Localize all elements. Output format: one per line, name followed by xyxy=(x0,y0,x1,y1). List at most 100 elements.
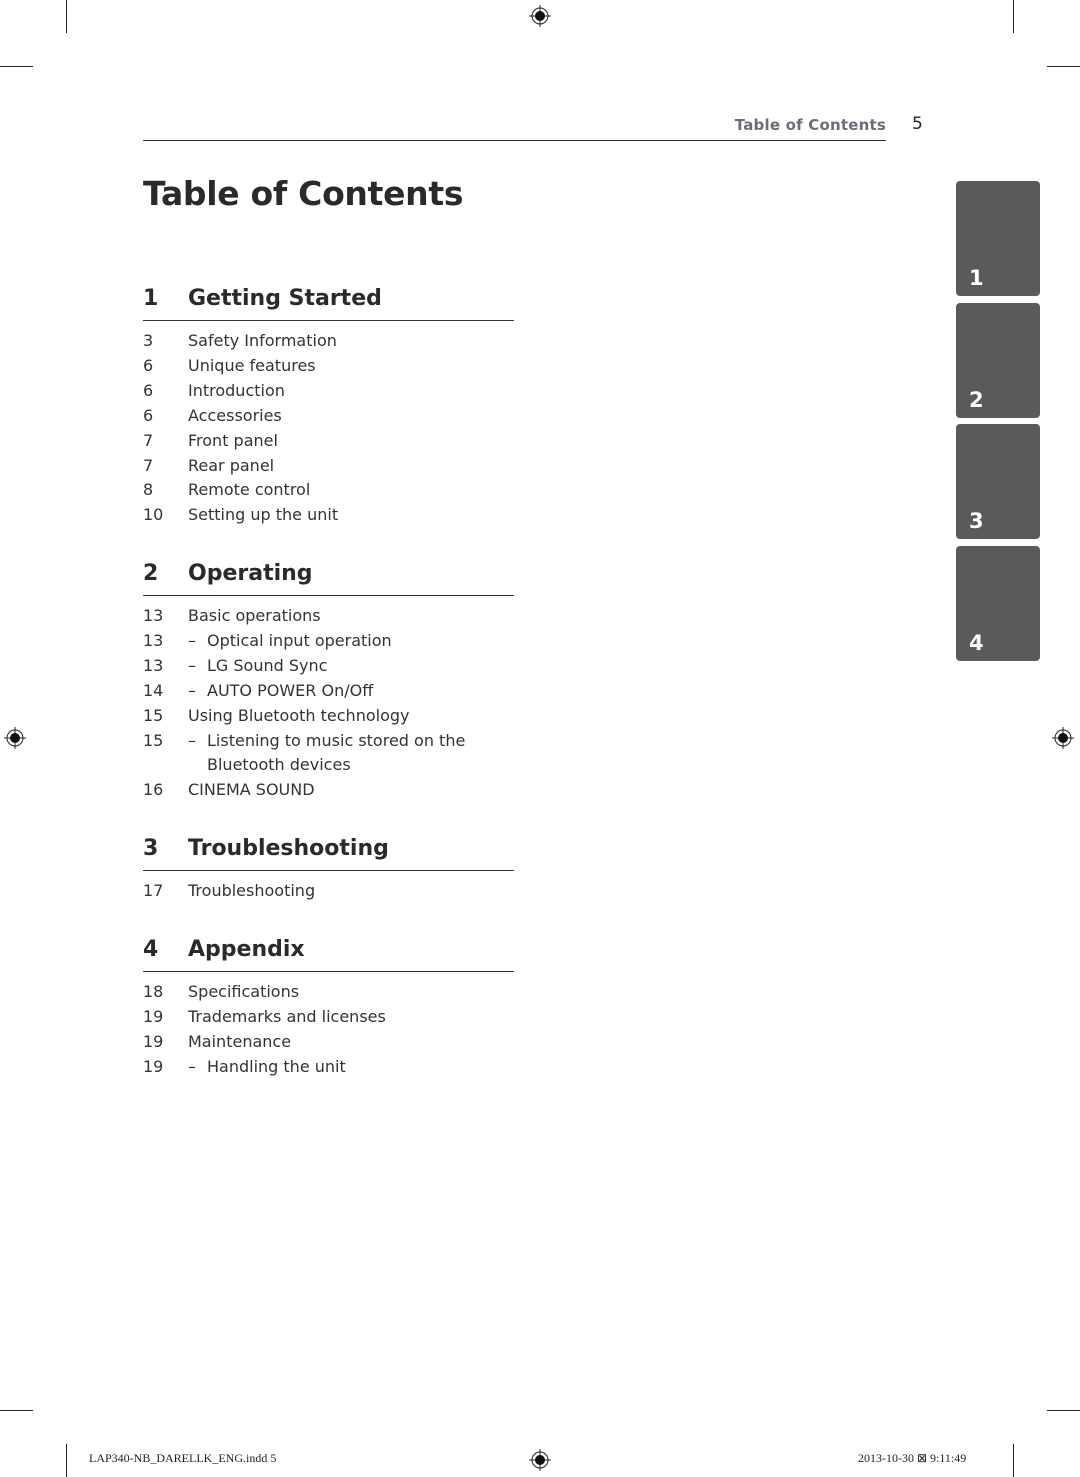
chapter-tab-number: 4 xyxy=(969,630,984,655)
toc-entry[interactable]: 15 Using Bluetooth technology xyxy=(143,704,514,729)
toc-entry-label: Unique features xyxy=(188,355,316,375)
toc-entry[interactable]: 19 – Handling the unit xyxy=(143,1055,514,1080)
toc-entry-label: LG Sound Sync xyxy=(207,655,328,675)
toc-entry[interactable]: Bluetooth devices xyxy=(143,753,514,778)
toc-entry-page: 7 xyxy=(143,455,154,475)
toc-entry-text-wrap: – AUTO POWER On/Off xyxy=(188,679,514,704)
toc-entry-text-wrap: Bluetooth devices xyxy=(188,753,514,778)
crop-mark xyxy=(1013,1444,1014,1477)
toc-entry-label: CINEMA SOUND xyxy=(188,780,315,800)
toc-entry-label: Setting up the unit xyxy=(188,505,339,525)
sub-item-dash: – xyxy=(188,680,196,700)
toc-entry-page: 19 xyxy=(143,1006,164,1026)
section-heading: 2 Operating xyxy=(143,561,514,596)
section-title: Appendix xyxy=(188,937,305,962)
section-number: 2 xyxy=(143,561,159,586)
toc-entry[interactable]: 16 CINEMA SOUND xyxy=(143,778,514,803)
toc-entry[interactable]: 19 Trademarks and licenses xyxy=(143,1005,514,1030)
crop-mark xyxy=(66,1444,67,1477)
registration-mark-icon xyxy=(1052,727,1074,749)
toc-entry-page: 3 xyxy=(143,331,154,350)
toc-entry[interactable]: 7 Front panel xyxy=(143,429,514,454)
chapter-tab[interactable]: 2 xyxy=(956,302,1040,418)
toc-entry-page: 13 xyxy=(143,655,164,675)
registration-mark-icon xyxy=(4,727,26,749)
toc-entry-page: 7 xyxy=(143,430,154,450)
sub-item-dash: – xyxy=(188,630,196,650)
toc-entry-label: Troubleshooting xyxy=(188,881,316,900)
crop-mark xyxy=(1047,1410,1080,1411)
toc-entry-text-wrap: Front panel xyxy=(188,429,514,454)
registration-mark-icon xyxy=(529,5,551,27)
toc-entry-text-wrap: – Optical input operation xyxy=(188,629,514,654)
chapter-tab[interactable]: 3 xyxy=(956,424,1040,539)
toc-entry-text-wrap: Trademarks and licenses xyxy=(188,1005,514,1030)
toc-entry-text-wrap: Setting up the unit xyxy=(188,503,514,528)
toc-entry[interactable]: 13 Basic operations xyxy=(143,604,514,629)
toc-entry-page: 13 xyxy=(143,606,164,625)
toc-entry-text-wrap: Remote control xyxy=(188,478,514,503)
toc-entry[interactable]: 6 Accessories xyxy=(143,404,514,429)
section-number: 3 xyxy=(143,836,159,861)
toc-entry-text-wrap: – Listening to music stored on the xyxy=(188,729,514,754)
toc-entry-text-wrap: Safety Information xyxy=(188,329,514,354)
toc-entry-label: Rear panel xyxy=(188,455,275,475)
running-header-title: Table of Contents xyxy=(734,116,886,134)
toc-section: 2 Operating 13 Basic operations 13– Optical i… xyxy=(143,561,514,803)
slug-filename: LAP340-NB_DARELLK_ENG.indd 5 xyxy=(89,1451,277,1465)
chapter-tab-number: 2 xyxy=(969,387,984,412)
crop-mark xyxy=(0,1410,33,1411)
chapter-tab[interactable]: 1 xyxy=(956,181,1040,296)
toc-entry-label: Basic operations xyxy=(188,606,321,625)
toc-entry[interactable]: 8 Remote control xyxy=(143,478,514,503)
toc-entry-text-wrap: – Handling the unit xyxy=(188,1055,514,1080)
toc-entry-label: Remote control xyxy=(188,480,311,500)
toc-entry-label: Maintenance xyxy=(188,1031,292,1051)
toc-entry-page: 18 xyxy=(143,982,164,1001)
section-number: 4 xyxy=(143,937,159,962)
toc-entry[interactable]: 19 Maintenance xyxy=(143,1030,514,1055)
toc-entry-text-wrap: Using Bluetooth technology xyxy=(188,704,514,729)
section-heading: 1 Getting Started xyxy=(143,286,514,321)
toc-entry[interactable]: 3 Safety Information xyxy=(143,329,514,354)
sub-item-dash: – xyxy=(188,1056,196,1076)
registration-mark-icon xyxy=(529,1449,551,1471)
toc-entry-label: Front panel xyxy=(188,430,278,450)
toc-entry[interactable]: 13 – Optical input operation xyxy=(143,629,514,654)
toc-entry[interactable]: 18 Specifications xyxy=(143,980,514,1005)
toc-section: 3 Troubleshooting 17 Troubleshooting xyxy=(143,836,514,904)
crop-mark xyxy=(66,0,67,33)
toc-entry-page: 16 xyxy=(143,780,164,800)
toc-entry-text-wrap: – LG Sound Sync xyxy=(188,654,514,679)
toc-entry-label: Using Bluetooth technology xyxy=(188,705,410,725)
section-heading: 4 Appendix xyxy=(143,937,514,972)
toc-entry[interactable]: 6 Unique features xyxy=(143,354,514,379)
crop-mark xyxy=(1047,66,1080,67)
toc-entry[interactable]: 7 Rear panel xyxy=(143,454,514,479)
toc-entry-page xyxy=(143,753,188,778)
toc-entry-label: Trademarks and licenses xyxy=(188,1006,386,1026)
toc-entry-text-wrap: Introduction xyxy=(188,379,514,404)
toc-entry-text-wrap: Accessories xyxy=(188,404,514,429)
toc-entry[interactable]: 14 – AUTO POWER On/Off xyxy=(143,679,514,704)
toc-entry-label: Introduction xyxy=(188,380,285,400)
page-number: 5 xyxy=(912,114,923,134)
chapter-tab[interactable]: 4 xyxy=(956,545,1040,661)
toc-entry[interactable]: 10 Setting up the unit xyxy=(143,503,514,528)
chapter-tab-number: 1 xyxy=(969,266,984,290)
toc-entry[interactable]: 17 Troubleshooting xyxy=(143,879,514,904)
toc-entry[interactable]: 6 Introduction xyxy=(143,379,514,404)
crop-mark xyxy=(1013,0,1014,33)
toc-entry[interactable]: 13 – LG Sound Sync xyxy=(143,654,514,679)
toc-entry-label: Bluetooth devices xyxy=(207,755,351,775)
toc-entry-text-wrap: Basic operations xyxy=(188,604,514,629)
toc-entry-text-wrap: Troubleshooting xyxy=(188,879,514,904)
toc-entry-text-wrap: Specifications xyxy=(188,980,514,1005)
sub-item-dash: – xyxy=(188,655,196,675)
toc-entry-page: 15 xyxy=(143,705,164,725)
toc-entry-label: Handling the unit xyxy=(207,1056,346,1076)
toc-entry-label: Optical input operation xyxy=(207,630,392,650)
toc-entry[interactable]: 15 – Listening to music stored on the xyxy=(143,729,514,754)
toc-entry-page: 6 xyxy=(143,355,154,375)
toc-entry-page: 8 xyxy=(143,480,154,500)
